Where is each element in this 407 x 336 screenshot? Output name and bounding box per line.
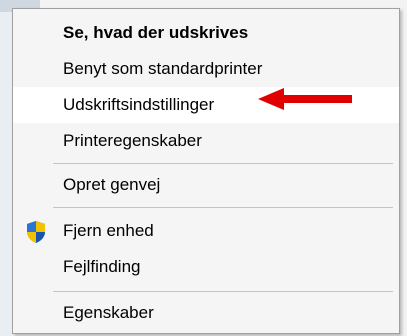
menu-item-properties[interactable]: Egenskaber (13, 295, 399, 331)
menu-separator (53, 163, 393, 164)
menu-separator (53, 207, 393, 208)
menu-item-troubleshoot[interactable]: Fejlfinding (13, 249, 399, 285)
uac-shield-icon (27, 221, 45, 243)
red-arrow-annotation (258, 88, 352, 110)
menu-item-set-default-printer[interactable]: Benyt som standardprinter (13, 51, 399, 87)
menu-item-label: Fjern enhed (63, 221, 154, 240)
menu-item-remove-device[interactable]: Fjern enhed (13, 213, 399, 249)
menu-item-printer-properties[interactable]: Printeregenskaber (13, 123, 399, 159)
menu-item-create-shortcut[interactable]: Opret genvej (13, 167, 399, 203)
printer-context-menu: Se, hvad der udskrives Benyt som standar… (12, 8, 400, 334)
menu-separator (53, 291, 393, 292)
menu-item-see-whats-printing[interactable]: Se, hvad der udskrives (13, 15, 399, 51)
desktop-edge (0, 0, 12, 336)
